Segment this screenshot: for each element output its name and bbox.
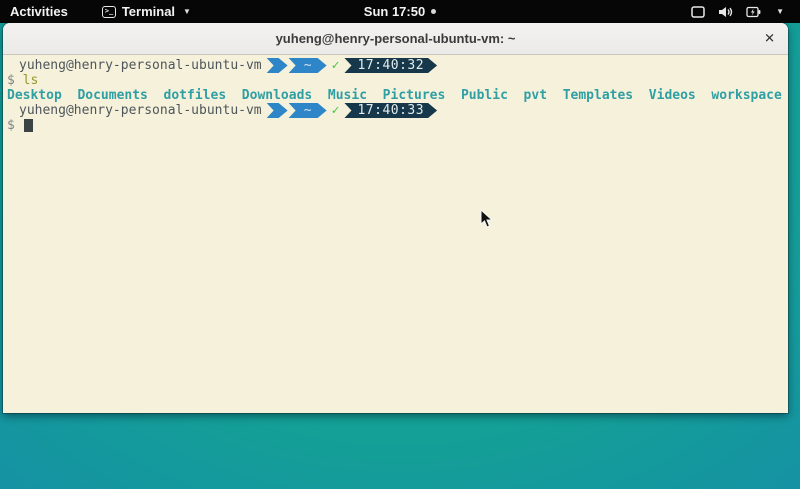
app-menu-button[interactable]: >_ Terminal ▼: [92, 0, 201, 23]
prompt-user-host: yuheng@henry-personal-ubuntu-vm: [19, 103, 262, 118]
command-line: $ ls: [7, 73, 784, 88]
command-text: ls: [23, 73, 39, 88]
powerline-time-segment: 17:40:32: [344, 58, 437, 73]
dollar-sign: $: [7, 118, 15, 133]
powerline-arrow-icon: [267, 58, 288, 73]
chevron-down-icon: ▼: [183, 7, 191, 16]
top-bar-left: Activities >_ Terminal ▼: [0, 0, 201, 23]
top-bar: Activities >_ Terminal ▼ Sun 17:50: [0, 0, 800, 23]
directory-list: Desktop Documents dotfiles Downloads Mus…: [7, 88, 782, 103]
powerline-path-segment: ~: [289, 58, 327, 73]
terminal-body[interactable]: yuheng@henry-personal-ubuntu-vm ~ ✓ 17:4…: [3, 55, 788, 412]
app-menu-label: Terminal: [122, 4, 175, 19]
powerline-arrow-icon: [267, 103, 288, 118]
battery-charging-icon: [746, 6, 761, 18]
window-title: yuheng@henry-personal-ubuntu-vm: ~: [276, 31, 516, 46]
dollar-sign: $: [7, 73, 15, 88]
check-icon: ✓: [332, 103, 340, 118]
prompt-line: yuheng@henry-personal-ubuntu-vm ~ ✓ 17:4…: [7, 103, 784, 118]
prompt-line: yuheng@henry-personal-ubuntu-vm ~ ✓ 17:4…: [7, 58, 784, 73]
ls-output-line: Desktop Documents dotfiles Downloads Mus…: [7, 88, 784, 103]
activities-button[interactable]: Activities: [0, 0, 78, 23]
notification-dot-icon: [431, 9, 436, 14]
text-cursor: [24, 119, 33, 132]
check-icon: ✓: [332, 58, 340, 73]
terminal-icon: >_: [102, 6, 116, 18]
window-titlebar[interactable]: yuheng@henry-personal-ubuntu-vm: ~ ✕: [3, 23, 788, 55]
chevron-down-icon: ▼: [776, 7, 784, 16]
system-tray-button[interactable]: ▼: [691, 6, 800, 18]
volume-icon: [718, 6, 733, 18]
prompt-user-host: yuheng@henry-personal-ubuntu-vm: [19, 58, 262, 73]
mouse-cursor-icon: [480, 209, 493, 234]
close-icon[interactable]: ✕: [764, 32, 775, 45]
screen-icon: [691, 6, 705, 18]
powerline-path-segment: ~: [289, 103, 327, 118]
input-line[interactable]: $: [7, 118, 784, 133]
terminal-window: yuheng@henry-personal-ubuntu-vm: ~ ✕ yuh…: [3, 23, 788, 413]
powerline-time-segment: 17:40:33: [344, 103, 437, 118]
clock-label: Sun 17:50: [364, 4, 425, 19]
